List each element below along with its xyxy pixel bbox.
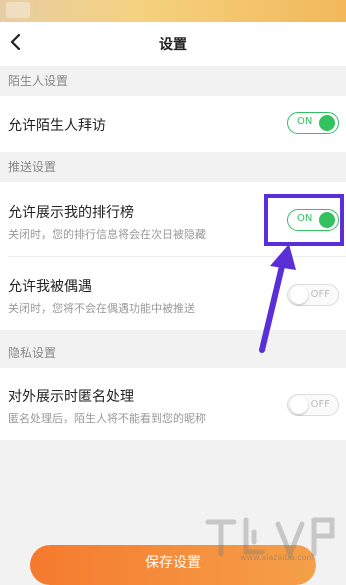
setting-title: 允许我被偶遇 [8, 279, 92, 295]
watermark-text: www.xiazaiba.com [240, 553, 314, 562]
navigation-bar: 设置 [0, 22, 346, 66]
setting-description: 关闭时，您的排行信息将会在次日被隐藏 [8, 228, 206, 241]
highlight-box [264, 194, 344, 246]
section-header-privacy: 隐私设置 [0, 338, 346, 368]
toggle-knob [290, 396, 308, 414]
status-bar-thumbnail [6, 2, 30, 18]
toggle-knob [319, 115, 335, 131]
row-divider [8, 256, 346, 257]
toggle-state-label: OFF [310, 399, 330, 410]
watermark-logo-icon: www.xiazaiba.com [205, 517, 335, 562]
setting-row-anonymous-display: 对外展示时匿名处理 匿名处理后，陌生人将不能看到您的昵称 OFF [0, 368, 346, 440]
setting-description: 匿名处理后，陌生人将不能看到您的昵称 [8, 412, 206, 425]
page-title: 设置 [159, 37, 187, 53]
setting-description: 关闭时，您将不会在偶遇功能中被推送 [8, 302, 195, 315]
allow-stranger-visit-toggle[interactable]: ON [287, 112, 339, 134]
setting-title: 允许展示我的排行榜 [8, 205, 134, 221]
section-header-push: 推送设置 [0, 152, 346, 182]
section-header-stranger: 陌生人设置 [0, 66, 346, 96]
toggle-state-label: ON [297, 116, 313, 127]
toggle-knob [290, 286, 308, 304]
setting-title: 允许陌生人拜访 [8, 118, 106, 134]
toggle-state-label: OFF [310, 289, 330, 300]
allow-encounter-toggle[interactable]: OFF [287, 284, 339, 306]
anonymous-display-toggle[interactable]: OFF [287, 394, 339, 416]
status-bar-background [0, 0, 346, 22]
setting-row-allow-stranger-visit: 允许陌生人拜访 ON [0, 96, 346, 152]
setting-title: 对外展示时匿名处理 [8, 389, 134, 405]
